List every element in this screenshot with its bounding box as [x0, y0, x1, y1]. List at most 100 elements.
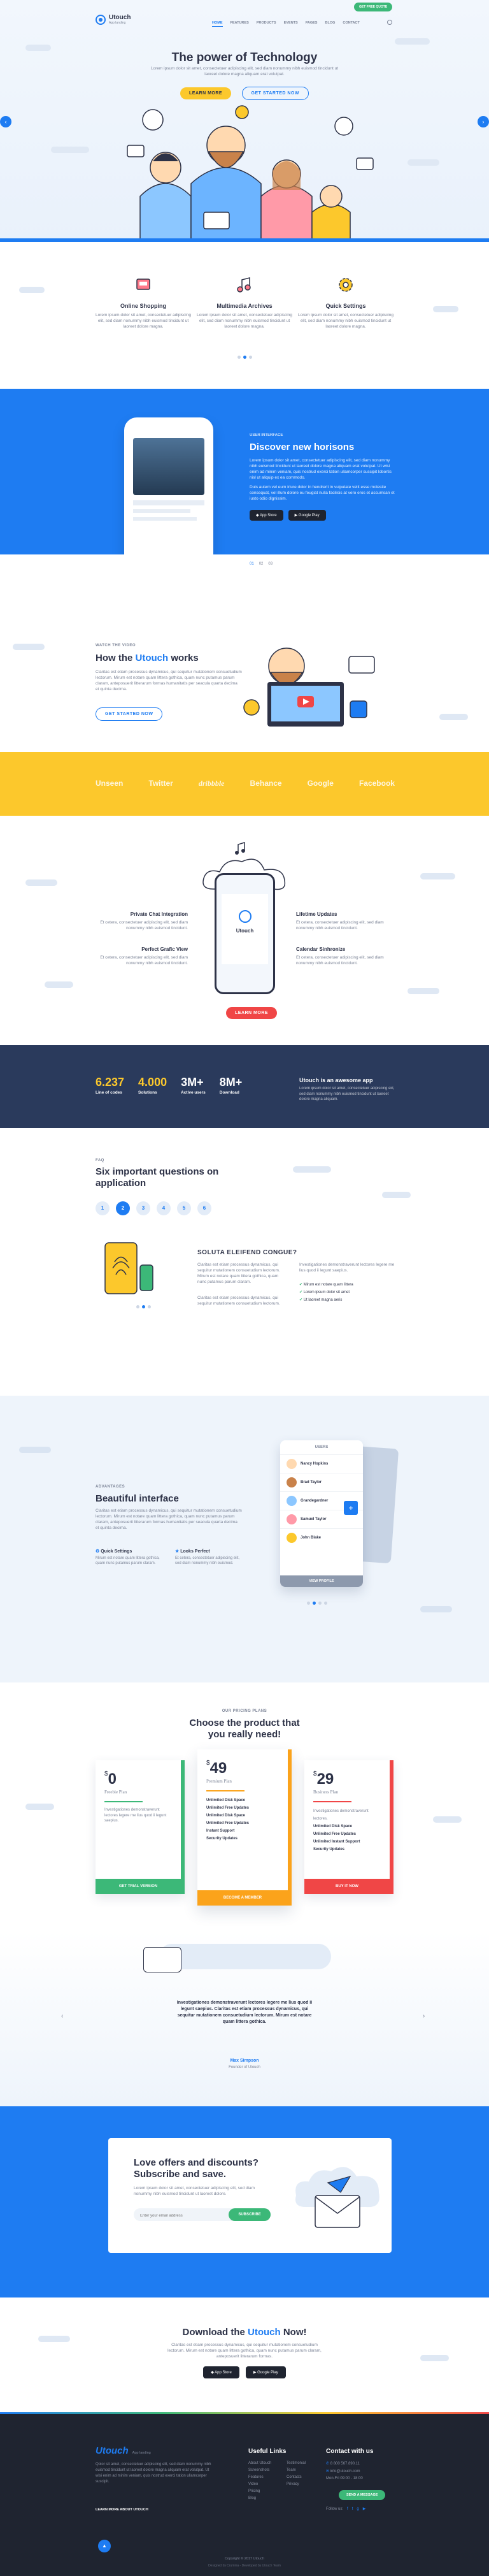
discover-text: Lorem ipsum dolor sit amet, consectetuer… — [250, 458, 392, 480]
brand-logo[interactable]: Twitter — [148, 779, 173, 788]
stats-text: Lorem ipsum dolor sit amet, consectetuer… — [299, 1087, 395, 1101]
plan-card-business: $29 Business Plan Investigationes demons… — [304, 1760, 393, 1894]
footer-link[interactable]: Testimonial — [287, 2460, 306, 2467]
footer-link[interactable]: Video — [248, 2481, 271, 2488]
search-icon[interactable] — [387, 20, 392, 25]
contact-row[interactable]: Nancy Hopkins — [280, 1454, 363, 1473]
email-input[interactable] — [134, 2210, 223, 2222]
back-to-top-button[interactable]: ▲ — [98, 2540, 111, 2552]
envelope-illustration — [295, 2167, 379, 2228]
app-store-button[interactable]: ◆ App Store — [250, 510, 283, 521]
footer-logo[interactable]: Utouch App landing — [96, 2445, 151, 2456]
works-text: Claritas est etiam processus dynamicus, … — [96, 670, 242, 691]
stats-section: 6.237 Line of codes 4.000 Solutions 3M+ Act… — [0, 1045, 489, 1128]
nav-products[interactable]: PRODUCTS — [257, 21, 276, 27]
view-profile-button[interactable]: VIEW PROFILE — [280, 1575, 363, 1587]
faq-step[interactable]: 5 — [177, 1201, 191, 1215]
features-section: Online Shopping Lorem ipsum dolor sit am… — [0, 242, 489, 389]
stat-item: 3M+ Active users — [181, 1076, 206, 1095]
contact-email[interactable]: ✉ info@utouch.com — [326, 2469, 360, 2473]
add-contact-button[interactable]: + — [344, 1501, 358, 1515]
get-quote-button[interactable]: GET FREE QUOTE — [354, 3, 393, 11]
become-member-button[interactable]: BECOME A MEMBER — [197, 1890, 288, 1906]
faq-checklist: ✔ Mirum est notare quam littera ✔ Lorem … — [299, 1281, 353, 1304]
subscribe-button[interactable]: SUBSCRIBE — [229, 2208, 271, 2221]
check-icon: ✔ — [299, 1298, 304, 1302]
quote-illustration — [143, 1947, 181, 1972]
settings-icon: ⚙ — [96, 1549, 101, 1554]
faq-step[interactable]: 6 — [197, 1201, 211, 1215]
faq-step-active[interactable]: 2 — [116, 1201, 130, 1215]
discover-title: Discover new horisons — [250, 442, 355, 452]
faq-image-pager — [135, 1300, 152, 1312]
logo[interactable]: Utouch App landing — [96, 14, 131, 25]
nav-contact[interactable]: CONTACT — [343, 21, 359, 27]
check-icon: ✔ — [299, 1291, 304, 1294]
contact-row[interactable]: Brad Taylor — [280, 1473, 363, 1491]
faq-step[interactable]: 1 — [96, 1201, 110, 1215]
nav-home[interactable]: HOME — [212, 21, 223, 27]
download-title: Download the Utouch Now! — [182, 2327, 307, 2338]
buy-now-button[interactable]: BUY IT NOW — [304, 1879, 390, 1894]
question-title: SOLUTA ELEIFEND CONGUE? — [197, 1249, 297, 1256]
feature-item: Quick Settings Lorem ipsum dolor sit ame… — [298, 275, 393, 329]
discover-kicker: USER INTERFACE — [250, 433, 283, 437]
google-play-button[interactable]: ▶ Google Play — [288, 510, 326, 521]
footer-link[interactable]: Pricing — [248, 2488, 271, 2495]
faq-steps: 1 2 3 4 5 6 — [96, 1201, 211, 1215]
apps-learn-more-button[interactable]: LEARN MORE — [226, 1007, 278, 1019]
site-header: Utouch App landing HOME FEATURES PRODUCT… — [0, 0, 489, 27]
video-illustration — [243, 648, 375, 727]
pager-dot[interactable] — [237, 356, 241, 359]
youtube-icon[interactable]: ▶ — [363, 2507, 366, 2511]
brand-logo[interactable]: Behance — [250, 779, 282, 788]
faq-text-left: Claritas est etiam processus dynamicus, … — [197, 1263, 280, 1284]
pager-dot[interactable] — [243, 356, 246, 359]
features-pager — [0, 351, 489, 362]
footer-link[interactable]: Features — [248, 2474, 271, 2481]
prev-slide-button[interactable]: ‹ — [0, 116, 11, 127]
footer-link[interactable]: Privacy — [287, 2481, 306, 2488]
footer-link[interactable]: Screenshots — [248, 2467, 271, 2474]
brand-logo[interactable]: dribbble — [199, 779, 225, 788]
prev-testimonial-button[interactable]: ‹ — [61, 2013, 63, 2020]
main-nav: HOME FEATURES PRODUCTS EVENTS PAGES BLOG… — [212, 21, 360, 27]
learn-more-button[interactable]: LEARN MORE — [180, 87, 232, 99]
pricing-section: OUR PRICING PLANS Choose the product tha… — [0, 1682, 489, 1931]
brands-section: Unseen Twitter dribbble Behance Google F… — [0, 752, 489, 816]
next-testimonial-button[interactable]: › — [423, 2013, 425, 2020]
facebook-icon[interactable]: f — [347, 2507, 348, 2511]
get-started-button[interactable]: GET STARTED NOW — [241, 87, 309, 100]
google-plus-icon[interactable]: g — [357, 2507, 358, 2511]
brand-logo[interactable]: Facebook — [359, 779, 395, 788]
pricing-title: Choose the product that you really need! — [189, 1718, 300, 1740]
footer-learn-more[interactable]: LEARN MORE ABOUT UTOUCH — [96, 2508, 148, 2512]
works-get-started-button[interactable]: GET STARTED NOW — [96, 707, 163, 721]
nav-events[interactable]: EVENTS — [284, 21, 298, 27]
get-trial-button[interactable]: GET TRIAL VERSION — [96, 1879, 181, 1894]
shopping-cart-icon — [136, 279, 150, 290]
brand-logo[interactable]: Google — [308, 779, 334, 788]
nav-pages[interactable]: PAGES — [306, 21, 318, 27]
footer-link[interactable]: Team — [287, 2467, 306, 2474]
send-message-button[interactable]: SEND A MESSAGE — [339, 2490, 386, 2500]
pager-dot[interactable] — [248, 356, 252, 359]
nav-features[interactable]: FEATURES — [230, 21, 249, 27]
faq-step[interactable]: 3 — [136, 1201, 150, 1215]
footer-link[interactable]: Contacts — [287, 2474, 306, 2481]
testimonial-name: Max Simpson — [230, 2059, 259, 2063]
twitter-icon[interactable]: t — [352, 2507, 353, 2511]
footer-link[interactable]: Blog — [248, 2495, 271, 2502]
footer-link[interactable]: About Utouch — [248, 2460, 271, 2467]
faq-section: FAQ Six important questions on applicati… — [0, 1128, 489, 1396]
contact-row[interactable]: John Blake — [280, 1528, 363, 1547]
google-play-button[interactable]: ▶ Google Play — [245, 2366, 286, 2378]
brand-logo[interactable]: Unseen — [96, 779, 123, 788]
discover-text-2: Duis autem vel eum iriure dolor in hendr… — [250, 485, 395, 501]
faq-step[interactable]: 4 — [157, 1201, 171, 1215]
next-slide-button[interactable]: › — [478, 116, 489, 127]
pricing-kicker: OUR PRICING PLANS — [222, 1709, 267, 1713]
app-store-button[interactable]: ◆ App Store — [203, 2366, 239, 2378]
social-links: Follow us: f t g ▶ — [326, 2507, 366, 2512]
nav-blog[interactable]: BLOG — [325, 21, 335, 27]
